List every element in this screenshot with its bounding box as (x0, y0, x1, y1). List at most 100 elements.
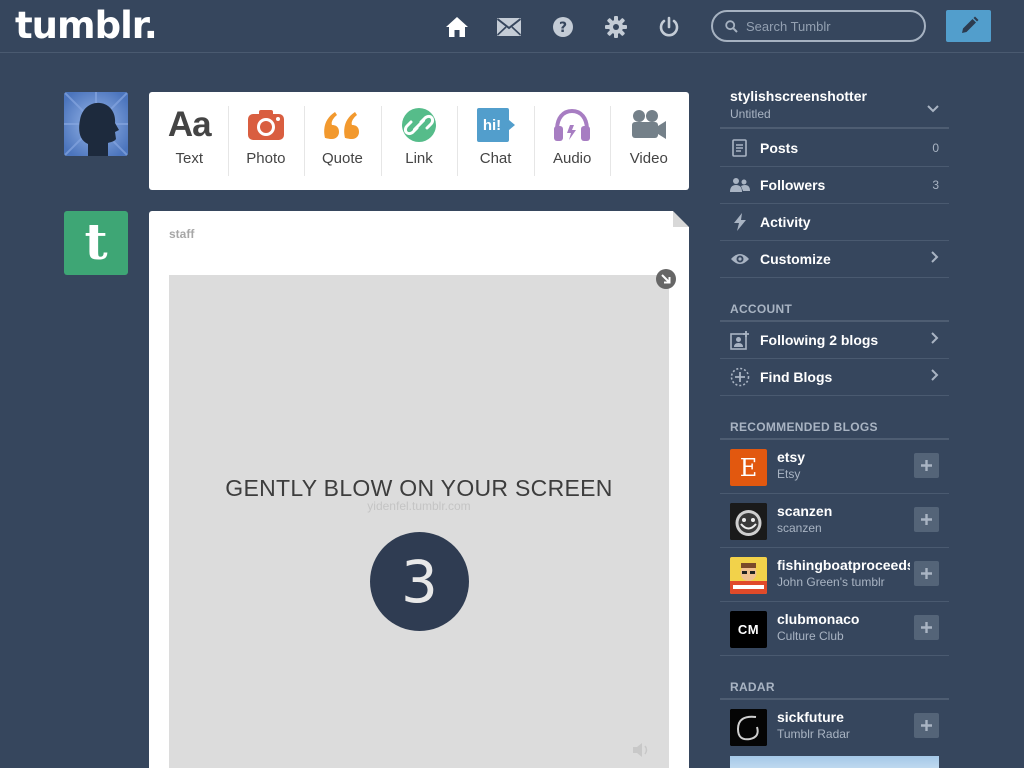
account-heading: ACCOUNT (730, 302, 793, 316)
staff-avatar[interactable]: t (64, 211, 128, 275)
follow-plus-button[interactable] (914, 507, 939, 532)
sidebar-item-label: Find Blogs (760, 369, 833, 385)
search-box[interactable] (711, 10, 926, 42)
text-post-button[interactable]: Aa Text (151, 92, 228, 190)
sidebar-item-posts[interactable]: Posts 0 (720, 130, 949, 167)
power-icon[interactable] (656, 14, 682, 40)
fishingboatproceeds-avatar[interactable] (730, 557, 767, 594)
sidebar-item-label: Followers (760, 177, 826, 193)
chat-post-button[interactable]: hi! Chat (457, 92, 534, 190)
post-corner-fold (673, 211, 689, 227)
post-type-bar: Aa Text Photo Quote Link hi! Chat Audio (149, 92, 689, 190)
blog-subtitle: Untitled (730, 107, 771, 121)
recommended-blog-subtitle: John Green's tumblr (777, 575, 885, 589)
radar-heading: RADAR (730, 680, 775, 694)
link-icon (401, 106, 437, 144)
link-post-button[interactable]: Link (380, 92, 458, 190)
sickfuture-avatar[interactable] (730, 709, 767, 746)
recommended-blog-subtitle: scanzen (777, 521, 822, 535)
recommended-blog-subtitle: Etsy (777, 467, 801, 481)
quote-post-button[interactable]: Quote (304, 92, 381, 190)
radar-blog-item: sickfuture Tumblr Radar (720, 700, 949, 754)
recommended-blog-name[interactable]: clubmonaco (777, 611, 910, 627)
user-avatar[interactable] (64, 92, 128, 156)
follow-plus-button[interactable] (914, 453, 939, 478)
video-post-button[interactable]: Video (610, 92, 687, 190)
tumblr-t-icon: t (84, 211, 108, 271)
radar-post-image[interactable] (730, 756, 939, 768)
posts-icon (720, 139, 760, 157)
radar-blog-name[interactable]: sickfuture (777, 709, 910, 725)
plus-icon (921, 460, 932, 471)
post-gif-image[interactable]: GENTLY BLOW ON YOUR SCREEN yidenfel.tumb… (169, 275, 669, 768)
recommended-blog-subtitle: Culture Club (777, 629, 844, 643)
plus-icon (921, 514, 932, 525)
tumblr-logo[interactable]: tumblr. (15, 4, 158, 47)
sidebar-item-following[interactable]: Following 2 blogs (720, 322, 949, 359)
link-post-label: Link (405, 150, 433, 167)
follow-plus-button[interactable] (914, 561, 939, 586)
plus-icon (921, 720, 932, 731)
etsy-avatar[interactable]: E (730, 449, 767, 486)
search-input[interactable] (746, 18, 916, 34)
audio-post-label: Audio (552, 150, 592, 167)
sidebar-item-followers[interactable]: Followers 3 (720, 167, 949, 204)
find-blogs-icon (720, 367, 760, 387)
video-post-label: Video (629, 150, 668, 167)
post-author[interactable]: staff (169, 227, 194, 241)
quote-post-label: Quote (322, 150, 363, 167)
sidebar-item-customize[interactable]: Customize (720, 241, 949, 278)
photo-post-button[interactable]: Photo (227, 92, 305, 190)
mail-icon[interactable] (496, 14, 522, 40)
chevron-right-icon (931, 368, 939, 386)
photo-post-label: Photo (246, 150, 286, 167)
settings-icon[interactable] (603, 14, 629, 40)
chat-post-label: Chat (479, 150, 512, 167)
blog-switcher[interactable]: stylishscreenshotter Untitled (720, 88, 949, 129)
headphones-icon (552, 106, 592, 144)
text-post-label: Text (175, 150, 204, 167)
follow-plus-button[interactable] (914, 615, 939, 640)
chevron-down-icon (927, 100, 939, 118)
recommended-blog-item: CM clubmonaco Culture Club (720, 602, 949, 656)
recommended-blog-name[interactable]: fishingboatproceeds (777, 557, 910, 573)
recommended-blog-item: E etsy Etsy (720, 440, 949, 494)
sidebar-item-label: Activity (760, 214, 811, 230)
audio-post-button[interactable]: Audio (533, 92, 611, 190)
recommended-blog-name[interactable]: scanzen (777, 503, 910, 519)
sidebar-item-label: Following 2 blogs (760, 332, 879, 348)
expand-icon[interactable] (656, 269, 676, 289)
svg-text:?: ? (559, 20, 567, 36)
countdown-circle: 3 (370, 532, 469, 631)
text-icon: Aa (167, 105, 212, 144)
recommended-blog-name[interactable]: etsy (777, 449, 910, 465)
sidebar-item-activity[interactable]: Activity (720, 204, 949, 241)
activity-icon (720, 213, 760, 231)
scanzen-avatar[interactable] (730, 503, 767, 540)
follow-plus-button[interactable] (914, 713, 939, 738)
home-icon[interactable] (444, 14, 470, 40)
clubmonaco-avatar[interactable]: CM (730, 611, 767, 648)
chat-icon: hi! (475, 106, 517, 144)
video-camera-icon (630, 106, 668, 144)
search-icon (725, 19, 738, 33)
compose-button[interactable] (946, 10, 991, 42)
help-icon[interactable]: ? (550, 14, 576, 40)
eye-icon (720, 252, 760, 266)
sidebar-item-label: Customize (760, 251, 831, 267)
followers-icon (720, 177, 760, 193)
sidebar-item-label: Posts (760, 140, 799, 156)
recommended-blog-item: fishingboatproceeds John Green's tumblr (720, 548, 949, 602)
svg-text:hi!: hi! (482, 117, 500, 134)
sidebar-item-find-blogs[interactable]: Find Blogs (720, 359, 949, 396)
followers-count: 3 (932, 178, 939, 192)
quote-icon (322, 106, 362, 144)
radar-blog-subtitle: Tumblr Radar (777, 727, 850, 741)
camera-icon (247, 106, 285, 144)
chevron-right-icon (931, 331, 939, 349)
posts-count: 0 (932, 141, 939, 155)
blog-name: stylishscreenshotter (730, 88, 867, 104)
plus-icon (921, 622, 932, 633)
chevron-right-icon (931, 250, 939, 268)
top-navigation-bar: tumblr. ? (0, 0, 1024, 53)
